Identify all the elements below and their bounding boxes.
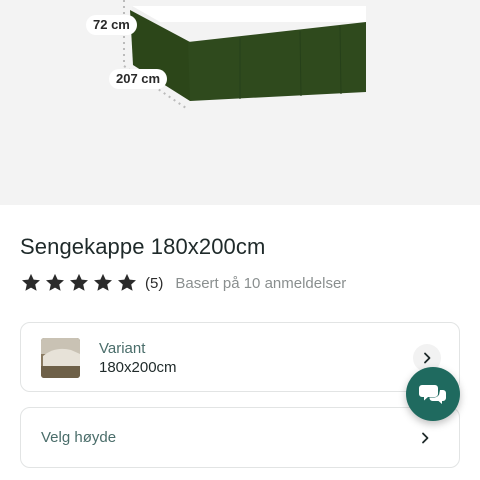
star-icon bbox=[94, 273, 112, 291]
height-select-label: Velg høyde bbox=[41, 429, 117, 446]
chevron-right-icon bbox=[424, 352, 431, 364]
height-selector[interactable]: Velg høyde bbox=[20, 407, 460, 468]
star-icon bbox=[118, 273, 136, 291]
star-icon bbox=[70, 273, 88, 291]
rating-row[interactable]: (5) Basert på 10 anmeldelser bbox=[20, 272, 346, 294]
star-rating bbox=[20, 272, 138, 294]
chat-bubbles-icon bbox=[419, 385, 446, 404]
variant-selector[interactable]: Variant 180x200cm bbox=[20, 322, 460, 392]
variant-value: 180x200cm bbox=[99, 359, 177, 376]
product-image: 72 cm 207 cm bbox=[0, 0, 480, 205]
review-count: (5) bbox=[145, 274, 164, 292]
variant-thumbnail bbox=[41, 338, 80, 378]
chevron-right-icon bbox=[422, 432, 429, 444]
variant-label: Variant bbox=[99, 340, 146, 357]
bed-skirt-illustration bbox=[123, 0, 366, 109]
star-icon bbox=[46, 273, 64, 291]
height-chevron bbox=[411, 424, 439, 452]
reviews-summary-link[interactable]: Basert på 10 anmeldelser bbox=[175, 275, 346, 292]
chat-button[interactable] bbox=[406, 367, 460, 421]
product-info: Sengekappe 180x200cm (5) Basert på 10 an… bbox=[20, 234, 460, 292]
star-icon bbox=[22, 273, 40, 291]
length-dimension-label: 207 cm bbox=[109, 69, 168, 89]
height-dimension-label: 72 cm bbox=[86, 15, 137, 35]
product-title: Sengekappe 180x200cm bbox=[20, 234, 266, 259]
